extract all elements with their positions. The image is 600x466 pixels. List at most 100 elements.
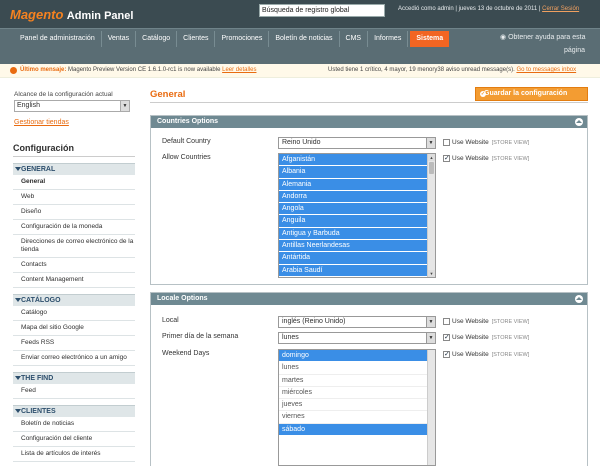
locale-use-website[interactable]: Use Website [STORE VIEW] [443, 318, 529, 325]
nav-item-cms[interactable]: CMS [340, 31, 369, 47]
magento-logo[interactable]: Magento Admin Panel [10, 7, 133, 22]
sidebar-item-store-emails[interactable]: Direcciones de correo electrónico de la … [13, 235, 135, 258]
sidebar-item-catalog[interactable]: Catálogo [13, 306, 135, 321]
first-day-select[interactable]: lunes ▼ [278, 332, 436, 344]
sidebar-item-contacts[interactable]: Contacts [13, 258, 135, 273]
list-item[interactable]: Antártida [279, 252, 435, 265]
sidebar-group-customers[interactable]: CLIENTES [13, 405, 135, 417]
scope-select[interactable]: English ▼ [14, 100, 130, 112]
sidebar-item-google-sitemap[interactable]: Mapa del sitio Google [13, 321, 135, 336]
list-item[interactable]: jueves [279, 399, 435, 412]
scope-label: Alcance de la configuración actual [14, 91, 113, 98]
sidebar-item-rss-feeds[interactable]: Feeds RSS [13, 336, 135, 351]
list-item[interactable]: miércoles [279, 386, 435, 400]
list-item[interactable]: Antillas Neerlandesas [279, 240, 435, 253]
first-day-label: Primer día de la semana [162, 333, 239, 340]
read-details-link[interactable]: Leer detalles [222, 67, 256, 73]
nav-item-reports[interactable]: Informes [368, 31, 409, 47]
use-website-checkbox[interactable] [443, 154, 450, 162]
store-view-label: [STORE VIEW] [491, 318, 530, 325]
scroll-up-icon[interactable]: ▲ [428, 154, 435, 161]
sidebar-item-content-management[interactable]: Content Management [13, 273, 135, 288]
list-item[interactable]: Antigua y Barbuda [279, 227, 435, 241]
weekend-days-use-website[interactable]: Use Website [STORE VIEW] [443, 350, 529, 358]
chevron-down-icon: ▼ [426, 138, 435, 148]
list-item[interactable]: lunes [279, 362, 435, 375]
sidebar-item-email-friend[interactable]: Enviar correo electrónico a un amigo [13, 351, 135, 366]
logout-link[interactable]: Cerrar Sesión [542, 6, 579, 12]
main-nav: Panel de administración Ventas Catálogo … [0, 28, 600, 64]
help-link[interactable]: ◉ Obtener ayuda para esta [500, 33, 586, 41]
help-link-line2[interactable]: página [564, 47, 585, 54]
nav-item-system[interactable]: Sistema [410, 31, 450, 47]
listbox-scrollbar[interactable] [427, 350, 435, 465]
page-header: General ✓ Guardar la configuración [150, 87, 588, 103]
use-website-checkbox[interactable] [443, 333, 450, 341]
nav-item-promotions[interactable]: Promociones [215, 31, 270, 47]
help-link-text: Obtener ayuda para esta [508, 34, 586, 41]
use-website-checkbox[interactable] [443, 139, 450, 146]
use-website-label: Use Website [452, 318, 489, 325]
sidebar-group-general[interactable]: GENERAL [13, 163, 135, 175]
list-item[interactable]: Albania [279, 166, 435, 179]
global-search-input[interactable]: Búsqueda de registro global [259, 4, 385, 17]
list-item[interactable]: sábado [279, 423, 435, 437]
default-country-use-website[interactable]: Use Website [STORE VIEW] [443, 139, 529, 146]
latest-message-text: Magento Preview Version CE 1.6.1.0-rc1 i… [68, 67, 221, 73]
nav-item-sales[interactable]: Ventas [102, 31, 137, 47]
allow-countries-use-website[interactable]: Use Website [STORE VIEW] [443, 154, 529, 162]
sidebar-item-general[interactable]: General [13, 175, 135, 190]
list-item[interactable]: domingo [279, 350, 435, 363]
nav-menu: Panel de administración Ventas Catálogo … [14, 31, 450, 47]
allow-countries-multiselect[interactable]: Afganistán Albania Alemania Andorra Ango… [278, 153, 436, 278]
warning-icon [10, 67, 17, 74]
nav-item-dashboard[interactable]: Panel de administración [14, 31, 102, 47]
use-website-checkbox[interactable] [443, 318, 450, 325]
manage-stores-link[interactable]: Gestionar tiendas [14, 119, 134, 126]
sidebar-item-web[interactable]: Web [13, 190, 135, 205]
collapse-icon[interactable] [575, 295, 583, 303]
sidebar-item-customer-config[interactable]: Configuración del cliente [13, 432, 135, 447]
notice-bar: Último mensaje: Magento Preview Version … [0, 64, 600, 78]
default-country-select[interactable]: Reino Unido ▼ [278, 137, 436, 149]
scroll-thumb[interactable] [429, 162, 434, 174]
countries-options-header[interactable]: Countries Options [151, 116, 587, 128]
sidebar-item-wishlist[interactable]: Lista de artículos de interés [13, 447, 135, 462]
messages-inbox-link[interactable]: Go to messages inbox [516, 67, 576, 73]
nav-item-catalog[interactable]: Catálogo [136, 31, 178, 47]
locale-select[interactable]: inglés (Reino Unido) ▼ [278, 316, 436, 328]
store-view-label: [STORE VIEW] [491, 139, 530, 146]
sidebar-item-currency[interactable]: Configuración de la moneda [13, 220, 135, 235]
list-item[interactable]: Anguila [279, 215, 435, 228]
config-sidebar: Configuración GENERAL General Web Diseño… [13, 137, 135, 462]
use-website-label: Use Website [452, 351, 489, 358]
list-item[interactable]: Arabia Saudí [279, 264, 435, 277]
list-item[interactable]: Andorra [279, 190, 435, 204]
sidebar-item-newsletter[interactable]: Boletín de noticias [13, 417, 135, 432]
sidebar-item-feed[interactable]: Feed [13, 384, 135, 399]
first-day-value: lunes [282, 334, 299, 341]
list-item[interactable]: martes [279, 374, 435, 387]
sidebar-item-design[interactable]: Diseño [13, 205, 135, 220]
listbox-scrollbar[interactable]: ▲ ▼ [427, 154, 435, 277]
save-config-label: Guardar la configuración [484, 90, 568, 97]
scroll-down-icon[interactable]: ▼ [428, 270, 435, 277]
list-item[interactable]: Alemania [279, 178, 435, 191]
use-website-label: Use Website [452, 155, 489, 162]
locale-options-header[interactable]: Locale Options [151, 293, 587, 305]
list-item[interactable]: Afganistán [279, 154, 435, 167]
use-website-checkbox[interactable] [443, 350, 450, 358]
list-item[interactable]: Angola [279, 203, 435, 216]
nav-item-customers[interactable]: Clientes [177, 31, 216, 47]
nav-item-newsletter[interactable]: Boletín de noticias [269, 31, 340, 47]
weekend-days-multiselect[interactable]: domingo lunes martes miércoles jueves vi… [278, 349, 436, 466]
collapse-icon[interactable] [575, 118, 583, 126]
first-day-use-website[interactable]: Use Website [STORE VIEW] [443, 333, 529, 341]
list-item[interactable]: viernes [279, 411, 435, 424]
countries-options-section: Countries Options Default Country Reino … [150, 115, 588, 285]
sidebar-group-catalog[interactable]: CATÁLOGO [13, 294, 135, 306]
countries-options-title: Countries Options [157, 118, 219, 125]
sidebar-group-the-find[interactable]: THE FIND [13, 372, 135, 384]
save-config-button[interactable]: ✓ Guardar la configuración [475, 87, 588, 101]
messages-summary: Usted tiene 1 crítico, 4 mayor, 19 menor… [328, 67, 576, 73]
